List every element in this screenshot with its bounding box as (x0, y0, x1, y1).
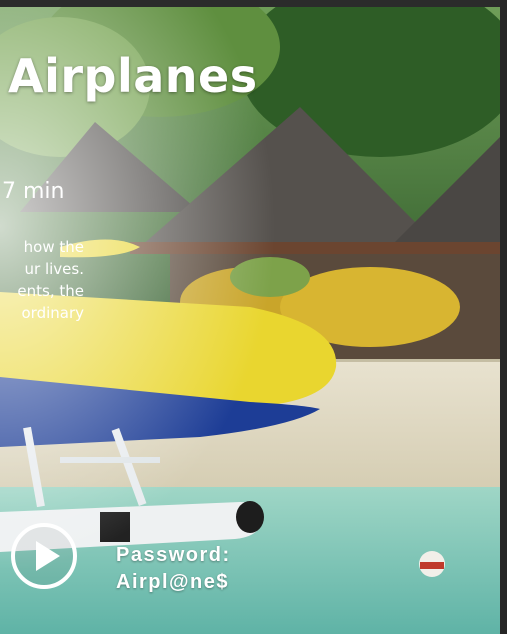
description-line: ordinary (21, 304, 84, 322)
slide-frame: Airplanes 7 min how the ur lives. ents, … (0, 7, 500, 634)
password-label: Password: (116, 544, 231, 566)
description-line: ur lives. (24, 260, 84, 278)
top-border (0, 0, 507, 7)
duration-label: 7 min (2, 179, 65, 204)
description-line: how the (23, 238, 84, 256)
play-button[interactable] (11, 523, 77, 589)
description-text: how the ur lives. ents, the ordinary (0, 236, 84, 324)
description-line: ents, the (17, 282, 84, 300)
slide-title: Airplanes (8, 49, 258, 103)
right-border (500, 0, 507, 634)
password-info: Password: Airpl@ne$ (116, 542, 231, 596)
password-value: Airpl@ne$ (116, 571, 230, 593)
play-icon (36, 541, 60, 571)
